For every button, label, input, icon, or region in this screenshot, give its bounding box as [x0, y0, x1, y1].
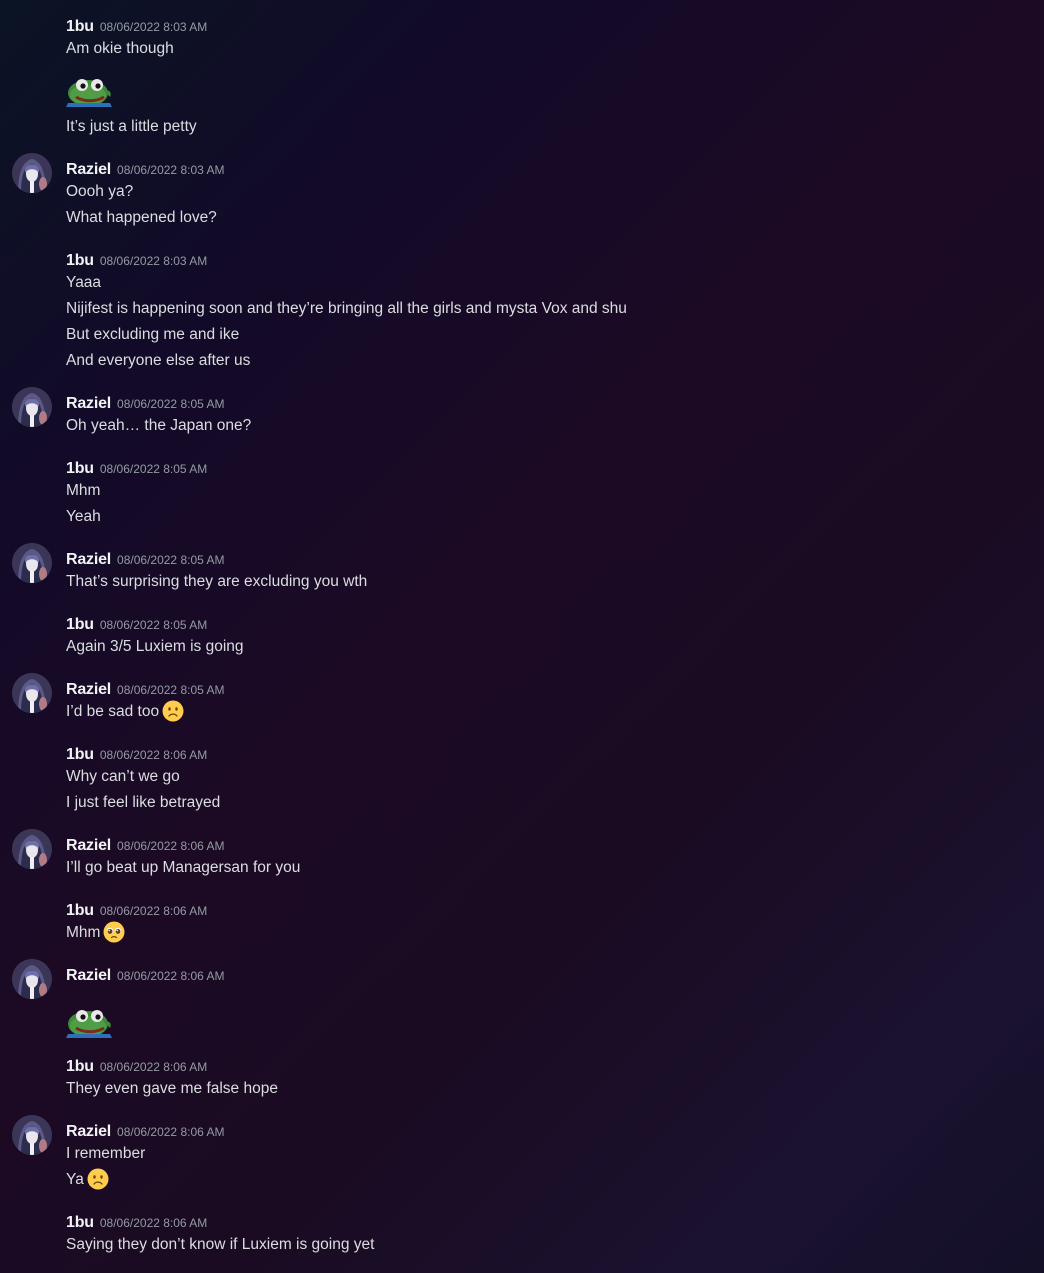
message-header: 1bu 08/06/2022 8:06 AM — [66, 746, 207, 768]
pleading-face-icon[interactable] — [103, 921, 125, 943]
message-header: 1bu 08/06/2022 8:03 AM — [66, 18, 207, 40]
message-text: I’d be sad too — [66, 703, 160, 721]
username[interactable]: 1bu — [66, 902, 94, 919]
timestamp: 08/06/2022 8:06 AM — [99, 748, 208, 762]
timestamp: 08/06/2022 8:06 AM — [99, 904, 208, 918]
message-text: Yaaa — [66, 274, 102, 291]
message-text: Again 3/5 Luxiem is going — [66, 638, 244, 655]
message-text: And everyone else after us — [66, 352, 251, 369]
message-header: 1bu 08/06/2022 8:03 AM — [66, 252, 207, 274]
message-line: Ya — [66, 1169, 109, 1191]
message-text: Yeah — [66, 508, 101, 525]
message-text: I just feel like betrayed — [66, 794, 221, 811]
pepe-sticker[interactable] — [66, 73, 114, 107]
username[interactable]: Raziel — [66, 161, 111, 178]
message-text: I remember — [66, 1145, 146, 1162]
message-text: Mhm — [66, 924, 101, 942]
timestamp: 08/06/2022 8:05 AM — [117, 397, 225, 411]
message-line: Mhm — [66, 922, 125, 944]
message-header: 1bu 08/06/2022 8:05 AM — [66, 616, 207, 638]
slightly-frowning-face-icon[interactable] — [162, 700, 184, 722]
username[interactable]: 1bu — [66, 460, 94, 477]
message-text: But excluding me and ike — [66, 326, 240, 343]
username[interactable]: Raziel — [66, 837, 111, 854]
avatar[interactable] — [12, 153, 52, 193]
username[interactable]: Raziel — [66, 681, 111, 698]
avatar[interactable] — [12, 673, 52, 713]
username[interactable]: 1bu — [66, 18, 94, 35]
message-text: Saying they don’t know if Luxiem is goin… — [66, 1236, 375, 1253]
timestamp: 08/06/2022 8:06 AM — [117, 839, 225, 853]
message-header: Raziel 08/06/2022 8:05 AM — [66, 551, 224, 573]
timestamp: 08/06/2022 8:03 AM — [99, 254, 208, 268]
message-text: Oh yeah… the Japan one? — [66, 417, 252, 434]
message-text: Ya — [66, 1171, 84, 1189]
avatar[interactable] — [12, 829, 52, 869]
message-text: Mhm — [66, 482, 101, 499]
pepe-sticker[interactable] — [66, 1004, 114, 1038]
message-text: What happened love? — [66, 209, 217, 226]
message-header: Raziel 08/06/2022 8:05 AM — [66, 681, 224, 703]
message-header: 1bu 08/06/2022 8:06 AM — [66, 1058, 207, 1080]
username[interactable]: Raziel — [66, 967, 111, 984]
slightly-frowning-face-icon[interactable] — [87, 1168, 109, 1190]
timestamp: 08/06/2022 8:05 AM — [99, 462, 208, 476]
username[interactable]: 1bu — [66, 252, 94, 269]
message-text: It’s just a little petty — [66, 118, 197, 135]
username[interactable]: Raziel — [66, 551, 111, 568]
username[interactable]: 1bu — [66, 1214, 94, 1231]
username[interactable]: Raziel — [66, 1123, 111, 1140]
avatar[interactable] — [12, 543, 52, 583]
message-text: Why can’t we go — [66, 768, 180, 785]
timestamp: 08/06/2022 8:06 AM — [99, 1216, 208, 1230]
timestamp: 08/06/2022 8:03 AM — [99, 20, 208, 34]
message-line: I’d be sad too — [66, 701, 184, 723]
timestamp: 08/06/2022 8:06 AM — [99, 1060, 208, 1074]
username[interactable]: 1bu — [66, 746, 94, 763]
message-text: Nijifest is happening soon and they’re b… — [66, 300, 627, 317]
message-text: Am okie though — [66, 40, 174, 57]
message-text: They even gave me false hope — [66, 1080, 278, 1097]
timestamp: 08/06/2022 8:03 AM — [117, 163, 225, 177]
timestamp: 08/06/2022 8:06 AM — [117, 969, 225, 983]
username[interactable]: Raziel — [66, 395, 111, 412]
message-header: Raziel 08/06/2022 8:06 AM — [66, 837, 224, 859]
username[interactable]: 1bu — [66, 1058, 94, 1075]
message-header: 1bu 08/06/2022 8:05 AM — [66, 460, 207, 482]
timestamp: 08/06/2022 8:05 AM — [117, 683, 225, 697]
message-header: 1bu 08/06/2022 8:06 AM — [66, 1214, 207, 1236]
avatar[interactable] — [12, 959, 52, 999]
avatar[interactable] — [12, 387, 52, 427]
timestamp: 08/06/2022 8:05 AM — [117, 553, 225, 567]
message-header: 1bu 08/06/2022 8:06 AM — [66, 902, 207, 924]
timestamp: 08/06/2022 8:06 AM — [117, 1125, 225, 1139]
avatar[interactable] — [12, 1115, 52, 1155]
message-text: Oooh ya? — [66, 183, 134, 200]
message-header: Raziel 08/06/2022 8:05 AM — [66, 395, 224, 417]
timestamp: 08/06/2022 8:05 AM — [99, 618, 208, 632]
message-text: I’ll go beat up Managersan for you — [66, 859, 301, 876]
message-text: That’s surprising they are excluding you… — [66, 573, 368, 590]
message-header: Raziel 08/06/2022 8:06 AM — [66, 1123, 224, 1145]
username[interactable]: 1bu — [66, 616, 94, 633]
message-header: Raziel 08/06/2022 8:03 AM — [66, 161, 224, 183]
message-list: 1bu 08/06/2022 8:03 AM Am okie though It’… — [0, 0, 1044, 1273]
message-header: Raziel 08/06/2022 8:06 AM — [66, 967, 224, 989]
